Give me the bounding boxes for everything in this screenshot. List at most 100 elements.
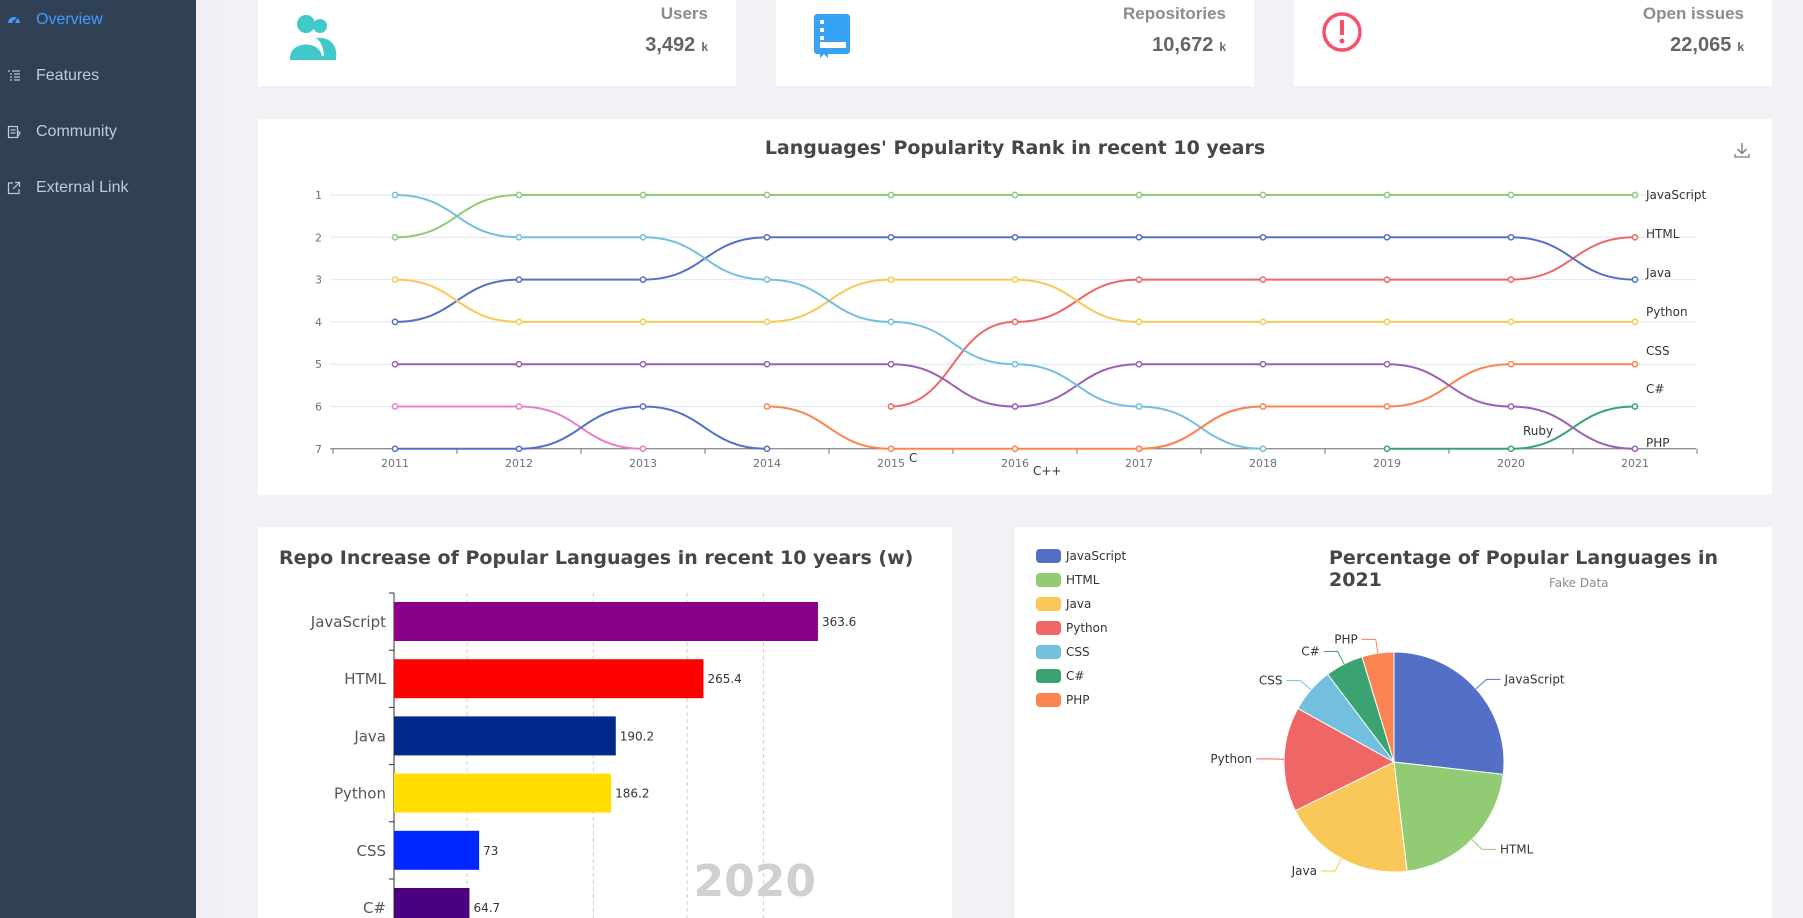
bar-value-label: 190.2 [620, 729, 654, 743]
data-point [1507, 403, 1515, 410]
data-point [1631, 276, 1639, 283]
data-point [1631, 191, 1639, 199]
x-tick-label: 2011 [381, 457, 409, 470]
data-point [639, 445, 647, 453]
bar-value-label: 265.4 [707, 672, 741, 686]
y-tick-label: 5 [315, 358, 322, 371]
bar [394, 773, 612, 813]
data-point [763, 191, 771, 199]
series-end-label: HTML [1646, 227, 1680, 241]
category-label: Java [353, 727, 386, 745]
data-point [1259, 445, 1267, 453]
users-icon [286, 8, 342, 64]
x-tick-label: 2020 [1497, 457, 1525, 470]
data-point [1135, 318, 1143, 326]
card-value: 22,065 k [1670, 34, 1744, 56]
legend-swatch [1036, 669, 1061, 683]
label-line [1323, 651, 1345, 665]
x-tick-label: 2012 [505, 457, 533, 470]
users-card[interactable]: Users 3,492 k [258, 0, 736, 86]
data-point [1383, 191, 1391, 199]
data-point [887, 233, 895, 241]
legend-label: C# [1066, 669, 1084, 683]
bar-value-label: 64.7 [473, 901, 500, 915]
data-point [1011, 445, 1019, 453]
bar-value-label: 363.6 [822, 615, 856, 629]
legend-label: Java [1065, 597, 1091, 611]
category-label: CSS [356, 842, 386, 860]
card-title: Users [660, 4, 708, 23]
document-icon [6, 124, 22, 140]
data-point [639, 191, 647, 199]
data-point [1383, 318, 1391, 326]
repositories-card[interactable]: Repositories 10,672 k [776, 0, 1254, 86]
pie-slice [1393, 761, 1504, 872]
label-line [1320, 858, 1343, 872]
sidebar-item-external-link[interactable]: External Link [0, 174, 196, 202]
pie-slice [1393, 651, 1505, 775]
data-point [1631, 445, 1639, 453]
category-label: JavaScript [310, 613, 386, 631]
data-point [639, 318, 647, 326]
x-tick-label: 2021 [1621, 457, 1649, 470]
sidebar-item-label: Features [36, 67, 100, 84]
data-point [1383, 445, 1391, 453]
data-point [391, 318, 399, 326]
data-point [1631, 403, 1639, 410]
sidebar-item-overview[interactable]: Overview [0, 6, 196, 34]
data-point [763, 403, 771, 410]
data-point [1507, 191, 1515, 199]
data-point [515, 191, 523, 199]
series-end-label: Ruby [1523, 424, 1553, 438]
bar [394, 830, 480, 870]
legend-swatch [1036, 549, 1061, 563]
data-point [1383, 276, 1391, 283]
data-point [1507, 360, 1515, 368]
data-point [1011, 403, 1019, 410]
data-point [763, 276, 771, 283]
data-point [1135, 191, 1143, 199]
open-issues-card[interactable]: Open issues 22,065 k [1294, 0, 1772, 86]
legend-swatch [1036, 573, 1061, 587]
series-line [766, 405, 1264, 450]
y-tick-label: 2 [315, 231, 322, 244]
data-point [639, 233, 647, 241]
slice-label: C# [1301, 645, 1319, 659]
data-point [391, 191, 399, 199]
data-point [1383, 233, 1391, 241]
legend-swatch [1036, 693, 1061, 707]
data-point [1383, 360, 1391, 368]
sidebar-item-label: Community [36, 123, 117, 140]
series-line [394, 278, 1635, 323]
legend-swatch [1036, 621, 1061, 635]
category-label: C# [363, 899, 386, 917]
label-line [1286, 680, 1312, 691]
year-watermark: 2020 [694, 856, 816, 907]
data-point [887, 360, 895, 368]
data-point [1631, 360, 1639, 368]
sidebar-item-community[interactable]: Community [0, 118, 196, 146]
sidebar-item-features[interactable]: Features [0, 62, 196, 90]
card-title: Repositories [1123, 4, 1226, 23]
bar [394, 716, 616, 756]
data-point [515, 360, 523, 368]
data-point [639, 276, 647, 283]
data-point [1135, 233, 1143, 241]
data-point [1011, 360, 1019, 368]
label-line [1361, 638, 1379, 654]
series-end-label: C++ [1033, 464, 1062, 478]
data-point [1135, 276, 1143, 283]
data-point [391, 233, 399, 241]
rank-line-chart: 1 2 3 4 5 6 7 2011 2012 2013 2014 2015 2016 2017 2018 2… [315, 188, 1706, 478]
bar [394, 602, 818, 641]
data-point [515, 403, 523, 410]
data-point [887, 318, 895, 326]
series-line [394, 194, 1635, 239]
sidebar: Overview Features Community External Lin… [0, 0, 196, 918]
data-point [763, 360, 771, 368]
data-point [515, 233, 523, 241]
data-point [391, 276, 399, 283]
series-end-label: PHP [1646, 436, 1670, 450]
external-link-icon [6, 180, 22, 196]
legend-swatch [1036, 597, 1061, 611]
